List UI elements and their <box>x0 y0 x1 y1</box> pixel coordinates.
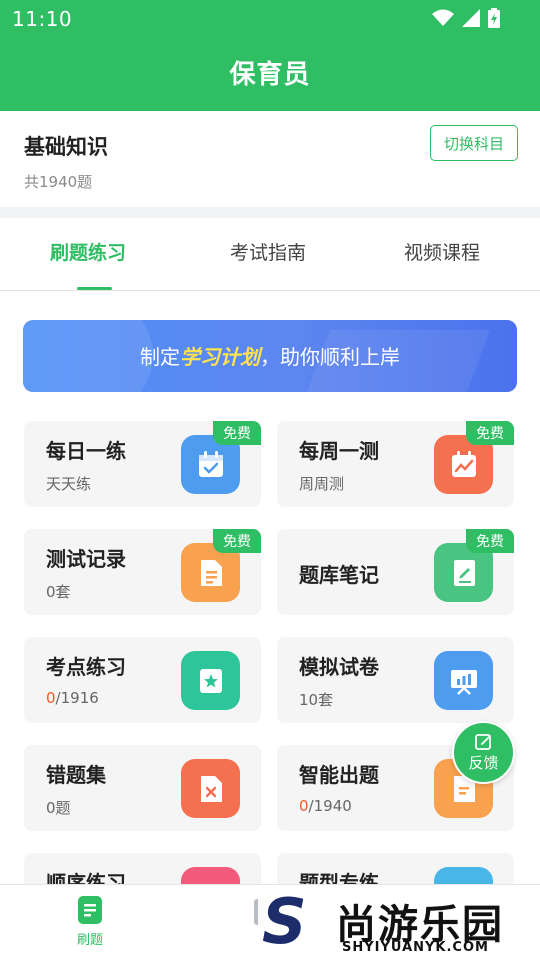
card-question-notes[interactable]: 题库笔记 免费 <box>277 529 514 615</box>
card-subtitle: 周周测 <box>299 475 345 493</box>
presentation-icon <box>434 651 493 710</box>
card-title: 考点练习 <box>46 655 126 679</box>
free-badge: 免费 <box>213 529 261 553</box>
card-title: 题库笔记 <box>299 563 379 587</box>
error-doc-icon <box>181 759 240 818</box>
document-icon <box>76 895 104 925</box>
nav-item-practice[interactable]: 刷题 <box>60 895 120 948</box>
card-test-record[interactable]: 测试记录 0套 免费 <box>24 529 261 615</box>
study-plan-banner[interactable]: 制定学习计划，助你顺利上岸 <box>23 320 517 392</box>
banner-text: 制定学习计划，助你顺利上岸 <box>140 345 400 369</box>
card-subtitle: 0题 <box>46 799 71 817</box>
card-wrong-questions[interactable]: 错题集 0题 <box>24 745 261 831</box>
card-weekly-test[interactable]: 每周一测 周周测 免费 <box>277 421 514 507</box>
card-subtitle: 0套 <box>46 583 71 601</box>
tab-exam-guide[interactable]: 考试指南 <box>230 238 306 265</box>
card-subtitle: 天天练 <box>46 475 92 493</box>
card-title: 每周一测 <box>299 439 379 463</box>
free-badge: 免费 <box>466 529 514 553</box>
signal-icon <box>462 9 480 27</box>
watermark-s: S <box>262 885 307 958</box>
card-title: 每日一练 <box>46 439 126 463</box>
edit-icon <box>474 734 491 750</box>
watermark-logo: S 尚游乐园 SHYIYUANYK.COM <box>258 886 540 960</box>
tab-active-indicator <box>77 287 112 290</box>
status-time: 11:10 <box>12 7 73 31</box>
tab-bar: 刷题练习 考试指南 视频课程 <box>0 218 540 291</box>
subject-name: 基础知识 <box>24 135 108 159</box>
card-title: 智能出题 <box>299 763 379 787</box>
card-daily-practice[interactable]: 每日一练 天天练 免费 <box>24 421 261 507</box>
tab-practice[interactable]: 刷题练习 <box>50 238 126 265</box>
watermark-url: SHYIYUANYK.COM <box>342 940 489 955</box>
app-header: 11:10 保育员 <box>0 0 540 111</box>
star-icon <box>181 651 240 710</box>
card-subtitle: 0/1940 <box>299 797 352 815</box>
switch-subject-button[interactable]: 切换科目 <box>430 125 518 161</box>
wifi-icon <box>432 9 454 26</box>
banner-highlight: 学习计划 <box>180 345 260 369</box>
battery-icon <box>488 8 500 28</box>
feedback-button[interactable]: 反馈 <box>452 721 515 784</box>
card-title: 错题集 <box>46 763 106 787</box>
subject-panel: 基础知识 共1940题 切换科目 <box>0 111 540 207</box>
free-badge: 免费 <box>213 421 261 445</box>
free-badge: 免费 <box>466 421 514 445</box>
card-title: 测试记录 <box>46 547 126 571</box>
card-title: 模拟试卷 <box>299 655 379 679</box>
page-title: 保育员 <box>229 60 311 90</box>
tab-video-course[interactable]: 视频课程 <box>404 238 480 265</box>
status-icons <box>432 8 500 28</box>
nav-item-label: 刷题 <box>76 933 103 948</box>
card-subtitle: 10套 <box>299 691 334 709</box>
subject-count: 共1940题 <box>24 173 93 191</box>
card-mock-exam[interactable]: 模拟试卷 10套 <box>277 637 514 723</box>
feedback-label: 反馈 <box>468 754 499 772</box>
card-key-point-practice[interactable]: 考点练习 0/1916 <box>24 637 261 723</box>
card-subtitle: 0/1916 <box>46 689 99 707</box>
section-divider <box>0 207 540 218</box>
